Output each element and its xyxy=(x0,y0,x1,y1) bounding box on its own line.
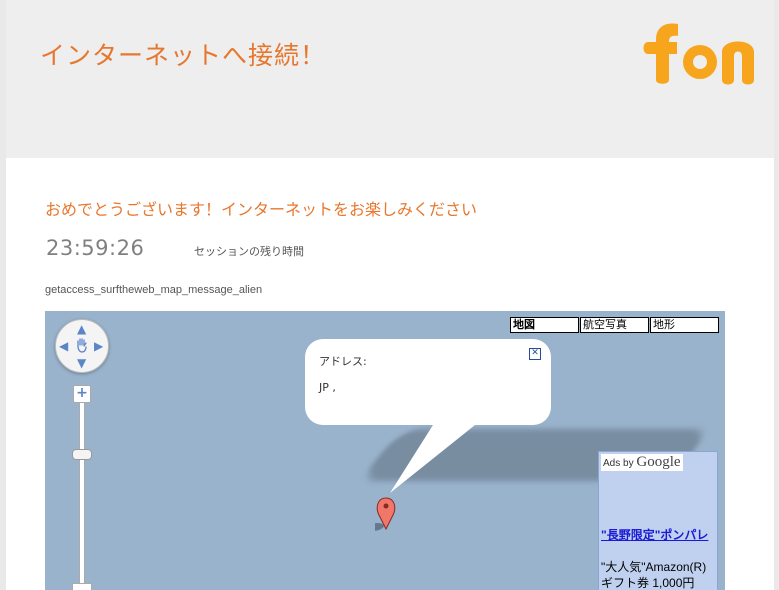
map[interactable]: 地図 航空写真 地形 ▲ ▼ ◀ ▶ + アドレス: JP , ✕ Ads by… xyxy=(45,311,725,590)
fon-logo[interactable] xyxy=(642,22,764,86)
page-title: インターネットへ接続！ xyxy=(40,41,327,70)
map-type-terrain[interactable]: 地形 xyxy=(650,317,719,333)
map-type-map[interactable]: 地図 xyxy=(510,317,579,333)
pan-down-icon[interactable]: ▼ xyxy=(77,357,86,369)
info-window: アドレス: JP , ✕ xyxy=(305,339,551,425)
header: インターネットへ接続！ xyxy=(6,0,774,158)
ads-by-google[interactable]: Ads by Google xyxy=(601,454,683,471)
map-type-control: 地図 航空写真 地形 xyxy=(509,317,719,333)
pan-up-icon[interactable]: ▲ xyxy=(77,323,86,335)
welcome-message: おめでとうございます！インターネットをお楽しみください xyxy=(45,200,478,219)
session-timer: 23:59:26 xyxy=(46,236,145,260)
ad-link[interactable]: "長野限定"ポンパレ xyxy=(601,527,715,543)
address-value: JP , xyxy=(319,381,336,394)
map-message: getaccess_surftheweb_map_message_alien xyxy=(45,284,263,296)
ad-text: "大人気"Amazon(R) ギフト券 1,000円 xyxy=(601,560,707,590)
pan-right-icon[interactable]: ▶ xyxy=(94,340,103,352)
main-content: おめでとうございます！インターネットをお楽しみください 23:59:26 セッシ… xyxy=(6,158,774,590)
pan-left-icon[interactable]: ◀ xyxy=(59,340,68,352)
ads-panel: Ads by Google "長野限定"ポンパレ "大人気"Amazon(R) … xyxy=(598,451,718,590)
zoom-slider-track[interactable] xyxy=(79,403,85,590)
map-pin-icon[interactable] xyxy=(375,495,409,535)
address-label: アドレス: xyxy=(319,355,367,368)
zoom-in-button[interactable]: + xyxy=(73,385,91,403)
zoom-out-button[interactable] xyxy=(72,583,92,590)
map-type-satellite[interactable]: 航空写真 xyxy=(580,317,649,333)
zoom-slider-handle[interactable] xyxy=(72,449,92,460)
pan-control[interactable]: ▲ ▼ ◀ ▶ xyxy=(55,319,109,373)
hand-icon xyxy=(77,338,87,353)
close-icon[interactable]: ✕ xyxy=(529,348,541,360)
session-timer-label: セッションの残り時間 xyxy=(194,245,304,258)
